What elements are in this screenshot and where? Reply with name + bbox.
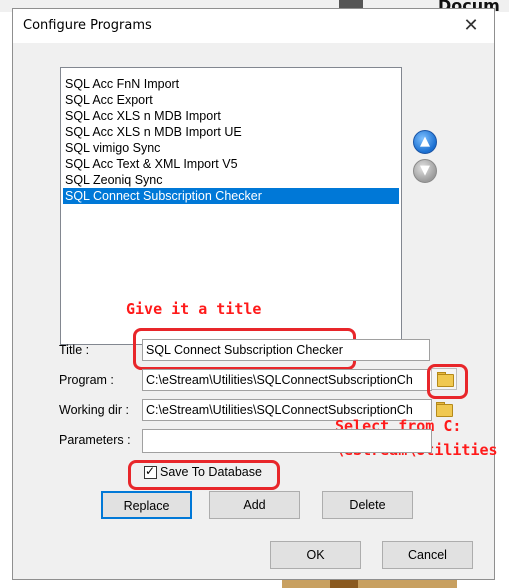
list-item-selected[interactable]: SQL Connect Subscription Checker bbox=[63, 188, 399, 204]
workdir-label: Working dir : bbox=[59, 403, 129, 417]
program-field[interactable]: C:\eStream\Utilities\SQLConnectSubscript… bbox=[142, 369, 432, 391]
move-down-button[interactable]: ▼ bbox=[413, 159, 437, 183]
list-item[interactable]: SQL Acc Text & XML Import V5 bbox=[63, 156, 238, 172]
arrow-up-icon: ▲ bbox=[420, 134, 430, 149]
list-item[interactable]: SQL vimigo Sync bbox=[63, 140, 160, 156]
list-item[interactable]: SQL Acc Export bbox=[63, 92, 153, 108]
move-up-button[interactable]: ▲ bbox=[413, 130, 437, 154]
title-bar: Configure Programs ✕ bbox=[13, 9, 494, 43]
list-item[interactable]: SQL Acc XLS n MDB Import bbox=[63, 108, 221, 124]
parameters-label: Parameters : bbox=[59, 433, 131, 447]
arrow-down-icon: ▼ bbox=[420, 163, 430, 178]
cancel-button[interactable]: Cancel bbox=[382, 541, 473, 569]
title-label: Title : bbox=[59, 343, 90, 357]
list-item[interactable]: SQL Acc FnN Import bbox=[63, 76, 179, 92]
list-item[interactable]: SQL Acc XLS n MDB Import UE bbox=[63, 124, 242, 140]
highlight-browse-box bbox=[427, 364, 468, 399]
save-to-database-label[interactable]: Save To Database bbox=[160, 465, 262, 479]
title-field[interactable]: SQL Connect Subscription Checker bbox=[142, 339, 430, 361]
close-icon[interactable]: ✕ bbox=[458, 14, 484, 38]
parameters-field[interactable] bbox=[142, 429, 432, 453]
folder-open-icon bbox=[436, 404, 453, 417]
list-item[interactable]: SQL Zeoniq Sync bbox=[63, 172, 163, 188]
ok-button[interactable]: OK bbox=[270, 541, 361, 569]
dialog-title: Configure Programs bbox=[23, 18, 152, 33]
check-icon: ✓ bbox=[145, 464, 156, 478]
delete-button[interactable]: Delete bbox=[322, 491, 413, 519]
configure-programs-dialog: Configure Programs ✕ SQL Acc FnN Import … bbox=[12, 8, 498, 580]
program-label: Program : bbox=[59, 373, 114, 387]
annotation-title-hint: Give it a title bbox=[126, 300, 262, 318]
replace-button[interactable]: Replace bbox=[101, 491, 192, 519]
add-button[interactable]: Add bbox=[209, 491, 300, 519]
save-to-database-checkbox[interactable]: ✓ bbox=[144, 464, 157, 479]
